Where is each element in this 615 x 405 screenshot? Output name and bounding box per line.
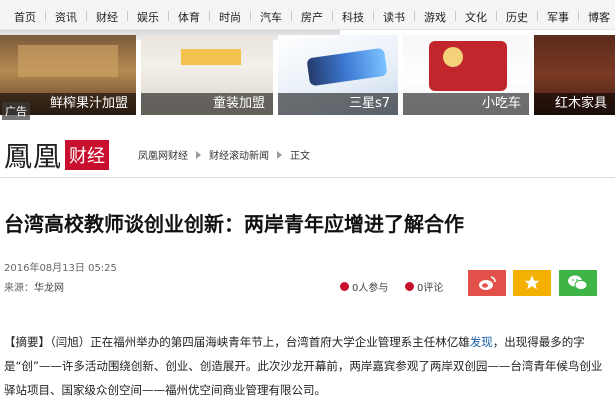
ad-strip: 鲜榨果汁加盟 童装加盟 三星s7 小吃车 红木家具 广告 [0, 30, 615, 120]
breadcrumb-current: 正文 [290, 151, 310, 162]
chevron-right-icon [196, 150, 201, 159]
abstract-label: 【摘要】 [4, 335, 50, 349]
share-wechat-button[interactable] [559, 270, 597, 296]
article-source: 来源：华龙网 [4, 279, 64, 294]
nav-separator [209, 11, 210, 21]
store-sign-shape [181, 49, 241, 65]
nav-separator [168, 11, 169, 21]
participants-icon [340, 282, 349, 291]
nav-item[interactable]: 读书 [383, 9, 405, 25]
participants-stat[interactable]: 0人参与 [340, 279, 388, 294]
nav-item[interactable]: 文化 [465, 9, 487, 25]
ad-caption: 小吃车 [403, 93, 529, 115]
ad-card-snack-cart[interactable]: 小吃车 [403, 35, 529, 115]
nav-item[interactable]: 房产 [301, 9, 323, 25]
comments-count: 0评论 [417, 283, 444, 294]
weibo-icon [479, 276, 496, 290]
header-divider [0, 177, 615, 178]
article-body: 【摘要】（闫旭）正在福州举办的第四届海峡青年节上，台湾首府大学企业管理系主任林亿… [4, 330, 610, 402]
nav-separator [332, 11, 333, 21]
ad-caption: 三星s7 [278, 93, 398, 115]
nav-separator [578, 11, 579, 21]
star-icon [524, 275, 540, 290]
finance-badge: 财经 [65, 140, 110, 170]
nav-separator [455, 11, 456, 21]
discover-link[interactable]: 发现 [470, 335, 493, 349]
abstract-text: （闫旭）正在福州举办的第四届海峡青年节上，台湾首府大学企业管理系主任林亿雄 [50, 335, 470, 349]
nav-item[interactable]: 资讯 [55, 9, 77, 25]
nav-item[interactable]: 历史 [506, 9, 528, 25]
source-label: 来源： [4, 283, 34, 294]
ad-caption: 红木家具 [534, 93, 615, 115]
comments-stat[interactable]: 0评论 [405, 279, 443, 294]
brand[interactable]: 鳳凰 财经 [4, 135, 110, 175]
nav-item[interactable]: 体育 [178, 9, 200, 25]
share-weibo-button[interactable] [468, 270, 506, 296]
shop-sign-shape [18, 45, 118, 77]
ad-caption: 童装加盟 [141, 93, 273, 115]
nav-item[interactable]: 娱乐 [137, 9, 159, 25]
nav-item[interactable]: 游戏 [424, 9, 446, 25]
article-paragraph: 【摘要】（闫旭）正在福州举办的第四届海峡青年节上，台湾首府大学企业管理系主任林亿… [4, 330, 610, 402]
nav-separator [373, 11, 374, 21]
ad-label: 广告 [2, 102, 30, 120]
nav-item[interactable]: 财经 [96, 9, 118, 25]
ad-card-kidswear[interactable]: 童装加盟 [141, 35, 273, 115]
comments-icon [405, 282, 414, 291]
breadcrumb: 凤凰网财经 财经滚动新闻 正文 [138, 147, 310, 162]
article-date: 2016年08月13日 05:25 [4, 263, 117, 274]
source-name[interactable]: 华龙网 [34, 283, 64, 294]
nav-separator [414, 11, 415, 21]
breadcrumb-home[interactable]: 凤凰网财经 [138, 147, 188, 162]
nav-separator [250, 11, 251, 21]
nav-separator [86, 11, 87, 21]
nav-separator [291, 11, 292, 21]
nav-item[interactable]: 首页 [14, 9, 36, 25]
nav-item[interactable]: 博客 [588, 9, 610, 25]
nav-separator [127, 11, 128, 21]
nav-item[interactable]: 时尚 [219, 9, 241, 25]
nav-item[interactable]: 汽车 [260, 9, 282, 25]
nav-separator [496, 11, 497, 21]
nav-separator [45, 11, 46, 21]
ad-card-phone[interactable]: 三星s7 [278, 35, 398, 115]
nav-item[interactable]: 科技 [342, 9, 364, 25]
favorite-button[interactable] [513, 270, 551, 296]
breadcrumb-section[interactable]: 财经滚动新闻 [209, 147, 269, 162]
cart-body-shape [429, 41, 507, 91]
nav-separator [537, 11, 538, 21]
cart-emblem-shape [443, 47, 463, 67]
chevron-right-icon [277, 150, 282, 159]
top-nav: 首页资讯财经娱乐体育时尚汽车房产科技读书游戏文化历史军事博客公 [0, 0, 615, 30]
top-nav-items: 首页资讯财经娱乐体育时尚汽车房产科技读书游戏文化历史军事博客公 [14, 9, 615, 25]
ad-card-furniture[interactable]: 红木家具 [534, 35, 615, 115]
ifeng-logo: 鳳凰 [4, 140, 63, 173]
article-title: 台湾高校教师谈创业创新：两岸青年应增进了解合作 [4, 212, 464, 236]
wechat-icon [568, 275, 588, 291]
nav-item[interactable]: 军事 [547, 9, 569, 25]
participants-count: 0人参与 [352, 283, 389, 294]
